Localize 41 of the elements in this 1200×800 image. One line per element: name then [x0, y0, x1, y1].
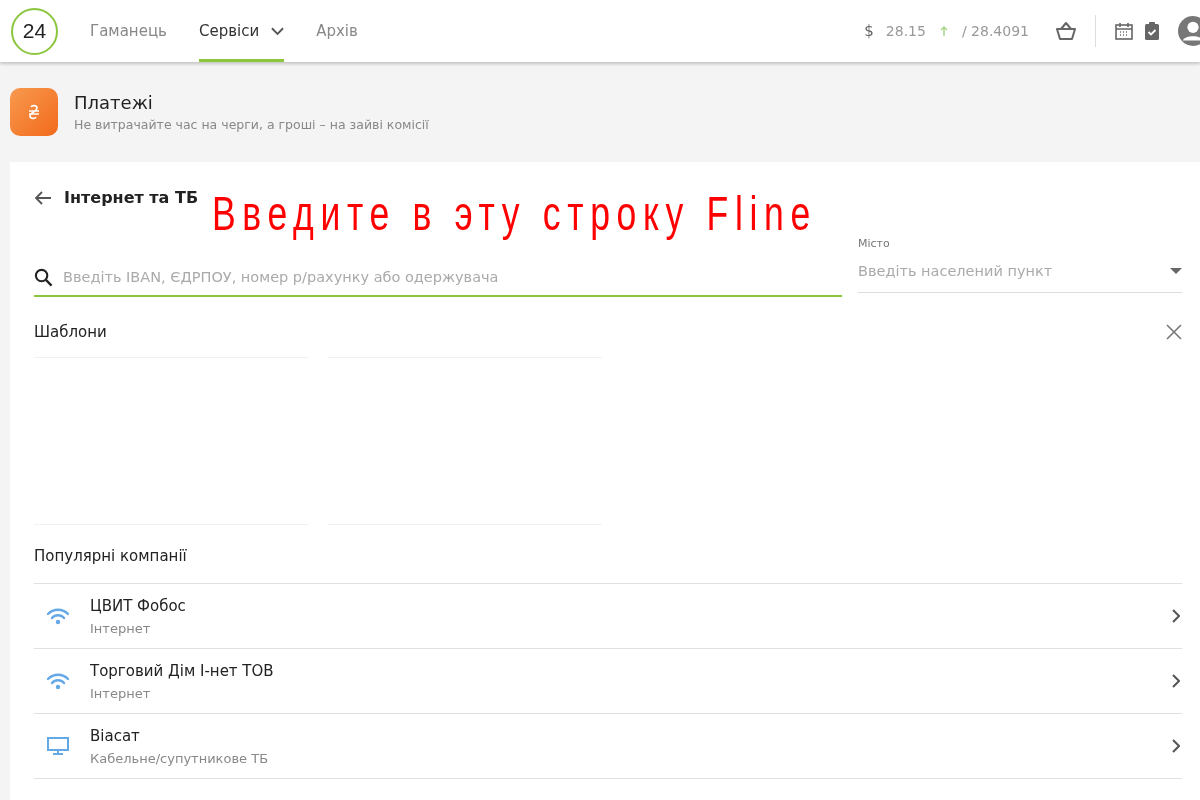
caret-icon — [1170, 268, 1182, 274]
page-title: Інтернет та ТБ — [64, 188, 199, 207]
buy-rate: 28.15 — [885, 23, 926, 39]
chevron-right-icon — [1172, 739, 1180, 753]
arrow-up-icon — [939, 25, 948, 37]
company-category: Кабельне/супутникове ТБ — [90, 750, 270, 766]
nav-tab[interactable]: Архів — [316, 0, 358, 62]
company-name: Торговий Дім І-нет ТОВ — [90, 661, 275, 680]
city-label: Місто — [858, 237, 891, 250]
hryvnia-icon — [10, 88, 58, 136]
company-name: ЦВИТ Фобос — [90, 596, 187, 615]
search-icon — [34, 267, 53, 287]
back-arrow-icon[interactable] — [34, 189, 52, 206]
chevron-right-icon — [1172, 609, 1180, 623]
calendar-icon[interactable] — [1114, 21, 1134, 41]
basket-icon[interactable] — [1055, 21, 1077, 41]
company-row[interactable]: Віасат Кабельне/супутникове ТБ — [34, 714, 1182, 779]
company-name: Віасат — [90, 726, 141, 745]
company-row[interactable]: Торговий Дім І-нет ТОВ Інтернет — [34, 649, 1182, 714]
companies-heading: Популярні компанії — [34, 547, 1182, 584]
company-category: Інтернет — [90, 685, 152, 701]
nav-tab[interactable]: Сервіси — [198, 0, 285, 62]
templates-heading: Шаблони — [34, 323, 107, 341]
monitor-icon — [46, 736, 70, 756]
currency-sign: $ — [864, 22, 874, 40]
sell-rate: / 28.4091 — [961, 23, 1029, 39]
city-field[interactable]: Введіть населений пункт — [858, 263, 1170, 279]
wifi-icon — [46, 671, 70, 691]
chevron-right-icon — [1172, 674, 1180, 688]
logo[interactable]: 24 — [11, 7, 58, 55]
section-subtitle: Не витрачайте час на черги, а гроші – на зайві комісії — [74, 117, 429, 132]
avatar-icon[interactable] — [1178, 16, 1200, 46]
close-icon[interactable] — [1166, 324, 1182, 340]
search-field[interactable]: Введіть IBAN, ЄДРПОУ, номер р/рахунку або одержувача — [63, 269, 842, 285]
section-title: Платежі — [74, 92, 154, 113]
nav-tab[interactable]: Гаманець — [90, 0, 167, 62]
company-category: Інтернет — [90, 620, 152, 636]
clipboard-check-icon[interactable] — [1142, 21, 1162, 41]
wifi-icon — [46, 606, 70, 626]
annotation-text: Введите в эту строку Fline — [212, 186, 817, 241]
company-row[interactable]: ЦВИТ Фобос Інтернет — [34, 584, 1182, 649]
